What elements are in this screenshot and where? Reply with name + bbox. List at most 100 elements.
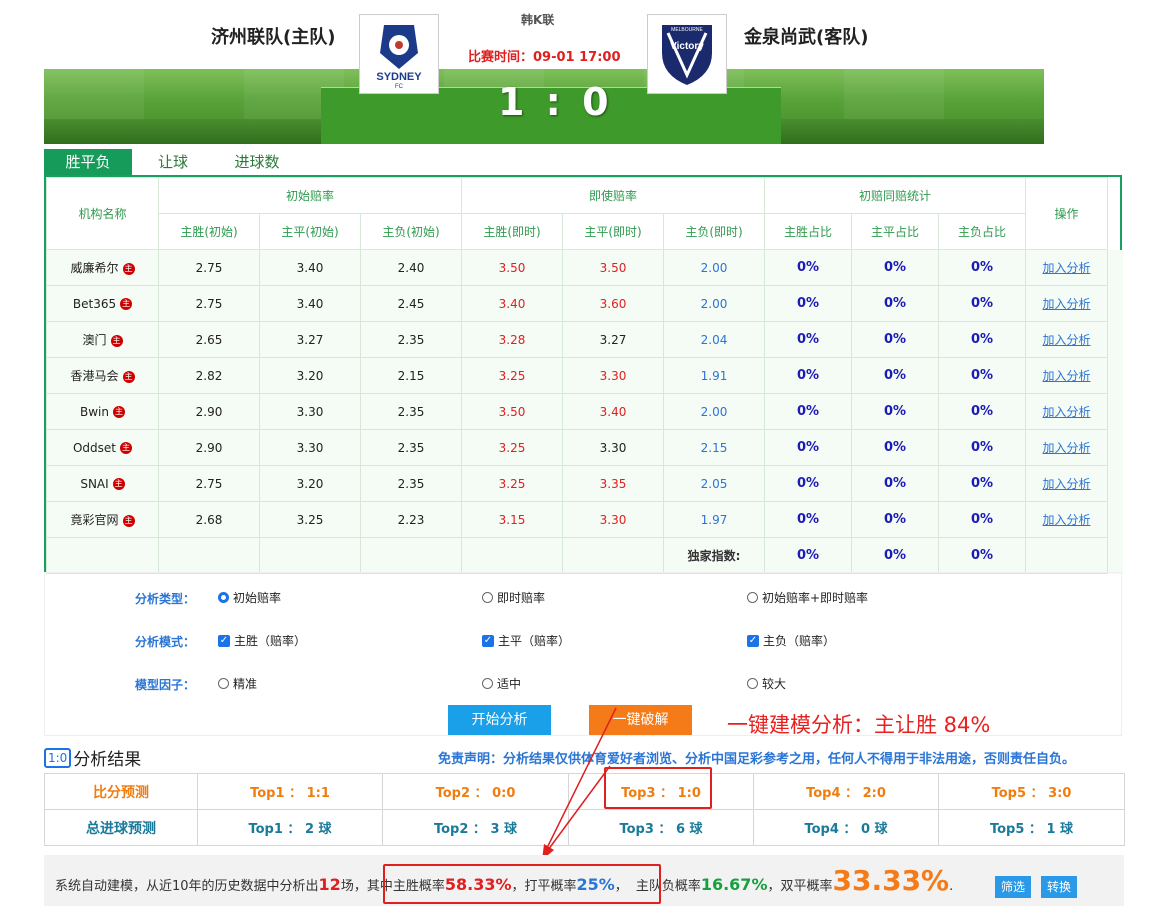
factor-option-medium[interactable]: 适中	[482, 675, 521, 692]
add-analysis-link[interactable]: 加入分析	[1042, 477, 1090, 491]
type-option-initial[interactable]: 初始赔率	[218, 589, 281, 606]
percent-cell: 0%	[851, 357, 939, 394]
svg-text:MELBOURNE: MELBOURNE	[671, 27, 703, 33]
checkbox-checked-icon[interactable]: ✓	[218, 634, 230, 647]
percent-cell: 0%	[851, 465, 939, 502]
subheader: 主负占比	[938, 213, 1026, 250]
tab-handicap[interactable]: 让球	[137, 149, 209, 175]
add-analysis-link[interactable]: 加入分析	[1042, 405, 1090, 419]
instant-odds-cell: 2.04	[663, 321, 765, 358]
away-win-pct: 16.67%	[700, 875, 768, 894]
instant-odds-cell: 3.50	[461, 393, 563, 430]
add-analysis-link[interactable]: 加入分析	[1042, 297, 1090, 311]
table-row: 澳门主 2.65 3.27 2.35 3.28 3.27 2.04 0% 0% 0% 加入分析	[46, 321, 1123, 358]
agency-name: 澳门	[82, 333, 107, 347]
initial-odds-cell: 3.27	[259, 321, 361, 358]
type-option-both[interactable]: 初始赔率+即时赔率	[747, 589, 868, 606]
add-analysis-link[interactable]: 加入分析	[1042, 441, 1090, 455]
home-badge-icon: 主	[120, 442, 133, 454]
percent-cell: 0%	[764, 357, 852, 394]
radio-icon[interactable]	[218, 678, 229, 689]
double-pct: 33.33%	[832, 864, 950, 897]
score-top5: Top5 ： 3:0	[938, 773, 1125, 810]
mode-option-away[interactable]: ✓ 主负（赔率）	[747, 632, 835, 649]
goals-top4: Top4 ： 0 球	[753, 809, 939, 846]
percent-cell: 0%	[938, 465, 1026, 502]
initial-odds-cell: 3.25	[259, 501, 361, 538]
home-badge-icon: 主	[122, 262, 135, 275]
goals-top5: Top5 ： 1 球	[938, 809, 1125, 846]
instant-odds-cell: 3.40	[461, 285, 563, 322]
instant-odds-cell: 3.25	[461, 357, 563, 394]
tab-win-draw-lose[interactable]: 胜平负	[44, 149, 132, 175]
instant-odds-cell: 3.30	[562, 501, 664, 538]
initial-odds-cell: 3.40	[259, 249, 361, 286]
header-initial-odds: 初始赔率	[158, 177, 462, 214]
factor-option-large[interactable]: 较大	[747, 675, 786, 692]
subheader: 主平(即时)	[562, 213, 664, 250]
checkbox-checked-icon[interactable]: ✓	[747, 634, 759, 647]
switch-button[interactable]: 转换	[1041, 876, 1078, 898]
action-cell: 加入分析	[1025, 393, 1108, 430]
instant-odds-cell: 3.50	[461, 249, 563, 286]
add-analysis-link[interactable]: 加入分析	[1042, 333, 1090, 347]
results-title: 分析结果	[73, 750, 142, 770]
results-header: 1:0 分析结果	[44, 745, 141, 770]
svg-text:FC: FC	[395, 84, 404, 89]
league-name: 韩K联	[521, 13, 555, 27]
initial-odds-cell: 2.65	[158, 321, 260, 358]
action-cell: 加入分析	[1025, 429, 1108, 466]
percent-cell: 0%	[938, 357, 1026, 394]
mode-option-home[interactable]: ✓ 主胜（赔率）	[218, 632, 306, 649]
annotation-text: 一键建模分析：主让胜 84%	[727, 713, 991, 737]
score-prediction-label: 比分预测	[44, 773, 198, 810]
instant-odds-cell: 3.25	[461, 465, 563, 502]
add-analysis-link[interactable]: 加入分析	[1042, 261, 1090, 275]
mode-option-draw[interactable]: ✓ 主平（赔率）	[482, 632, 570, 649]
tab-goals[interactable]: 进球数	[220, 149, 294, 175]
initial-odds-cell: 2.35	[360, 393, 462, 430]
initial-odds-cell: 3.20	[259, 357, 361, 394]
header-instant-odds: 即使赔率	[461, 177, 765, 214]
initial-odds-cell: 2.35	[360, 321, 462, 358]
radio-icon[interactable]	[747, 678, 758, 689]
percent-cell: 0%	[764, 393, 852, 430]
percent-cell: 0%	[851, 501, 939, 538]
instant-odds-cell: 2.15	[663, 429, 765, 466]
filter-button[interactable]: 筛选	[995, 876, 1032, 898]
percent-cell: 0%	[851, 393, 939, 430]
percent-cell: 0%	[851, 285, 939, 322]
initial-odds-cell: 2.35	[360, 465, 462, 502]
match-score: 1 : 0	[498, 80, 613, 124]
svg-text:Victory: Victory	[670, 41, 704, 52]
radio-selected-icon[interactable]	[218, 592, 229, 603]
action-cell: 加入分析	[1025, 465, 1108, 502]
radio-icon[interactable]	[482, 592, 493, 603]
factor-option-precise[interactable]: 精准	[218, 675, 257, 692]
home-badge-icon: 主	[113, 406, 125, 418]
initial-odds-cell: 3.20	[259, 465, 361, 502]
initial-odds-cell: 2.90	[158, 393, 260, 430]
table-row: Oddset 主 2.90 3.30 2.35 3.25 3.30 2.15 0% 0% 0% 加入分…	[46, 429, 1123, 466]
instant-odds-cell: 2.00	[663, 249, 765, 286]
initial-odds-cell: 2.45	[360, 285, 462, 322]
goals-prediction-label: 总进球预测	[44, 809, 198, 846]
add-analysis-link[interactable]: 加入分析	[1042, 369, 1090, 383]
checkbox-checked-icon[interactable]: ✓	[482, 634, 494, 647]
home-team-name: 济州联队(主队)	[211, 27, 336, 48]
add-analysis-link[interactable]: 加入分析	[1042, 513, 1090, 527]
type-option-instant[interactable]: 即时赔率	[482, 589, 545, 606]
subheader: 主胜(初始)	[158, 213, 260, 250]
agency-name: Bet365	[72, 296, 117, 311]
initial-odds-cell: 2.35	[360, 429, 462, 466]
radio-icon[interactable]	[482, 678, 493, 689]
probability-highlight-box	[383, 864, 661, 904]
table-row: 香港马会主 2.82 3.20 2.15 3.25 3.30 1.91 0% 0% 0% 加入分析	[46, 357, 1123, 394]
header-stats: 初赔同赔统计	[764, 177, 1026, 214]
home-badge-icon: 主	[122, 514, 135, 527]
home-badge-icon: 主	[122, 370, 135, 383]
radio-icon[interactable]	[747, 592, 758, 603]
agency-cell: 威廉希尔主	[46, 249, 159, 286]
instant-odds-cell: 3.15	[461, 501, 563, 538]
percent-cell: 0%	[764, 465, 852, 502]
